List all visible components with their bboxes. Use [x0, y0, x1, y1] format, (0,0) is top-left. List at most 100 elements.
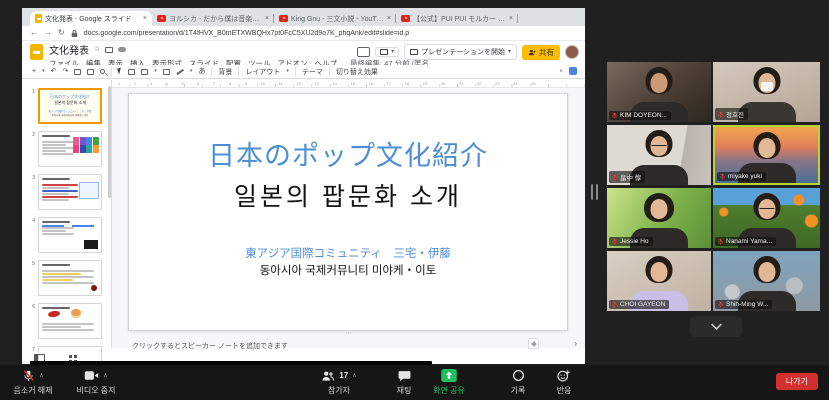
- share-button[interactable]: 共有: [522, 45, 560, 60]
- close-icon[interactable]: ×: [509, 15, 513, 22]
- insert-shape-button[interactable]: [163, 69, 170, 75]
- select-tool-button[interactable]: [117, 67, 123, 74]
- google-slides-logo[interactable]: [30, 44, 43, 60]
- present-options-button[interactable]: ▾: [375, 47, 399, 57]
- close-icon[interactable]: ×: [143, 15, 147, 22]
- presenter-view-icon[interactable]: [357, 47, 370, 57]
- insert-image-button[interactable]: [141, 69, 148, 75]
- transition-button[interactable]: 切り替え効果: [336, 67, 378, 77]
- grid-view-icon[interactable]: [69, 355, 72, 358]
- collapse-videos-button[interactable]: [690, 316, 742, 337]
- video-tile-jeong-hojin[interactable]: 정호진: [713, 62, 820, 122]
- slide-number: 7: [26, 347, 35, 353]
- browser-tab-youtube-1[interactable]: ヨルシカ - だから僕は音楽を辞めた... ×: [152, 11, 274, 26]
- zoom-tool-button[interactable]: [100, 69, 105, 74]
- browser-url-bar: ← → ↻ docs.google.com/presentation/d/1T4…: [22, 26, 585, 41]
- slide-thumbnail-6[interactable]: [38, 303, 102, 339]
- theme-button[interactable]: テーマ: [302, 67, 323, 77]
- video-tile-choi-gayeon[interactable]: CHOI GAYEON: [607, 251, 711, 311]
- unmute-button[interactable]: ∧ 음소거 해제: [4, 368, 62, 396]
- chat-button[interactable]: 채팅: [384, 368, 424, 396]
- glasses: [652, 143, 667, 146]
- video-tile-jessie-ho[interactable]: Jessie Ho: [607, 188, 711, 248]
- text-box-graphic: [79, 182, 99, 199]
- explore-button[interactable]: [528, 338, 539, 349]
- slide-number: 2: [26, 132, 35, 138]
- slide-thumbnail-5[interactable]: [38, 260, 102, 296]
- chevron-down-icon[interactable]: ▾: [154, 69, 157, 74]
- browser-tab-youtube-3[interactable]: 【公式】PUI PUI モルカー 第1話... ×: [396, 11, 518, 26]
- close-icon[interactable]: ×: [265, 15, 269, 22]
- filmstrip-scrollbar[interactable]: [108, 86, 111, 198]
- current-slide[interactable]: 日本のポップ文化紹介 일본의 팝문화 소개 東アジア国際コミュニティ 三宅・伊藤…: [128, 93, 568, 331]
- toolbar-divider: [295, 67, 296, 76]
- undo-button[interactable]: ↶: [51, 68, 57, 75]
- slide-number: 4: [26, 218, 35, 224]
- forward-icon[interactable]: →: [44, 29, 52, 37]
- back-icon[interactable]: ←: [30, 29, 38, 37]
- youtube-favicon: [279, 15, 288, 22]
- slide-thumbnail-2[interactable]: [38, 131, 102, 167]
- tab-title: King Gnu - 三文小説 - YouTube: [291, 14, 384, 24]
- chevron-down-icon[interactable]: ▾: [190, 69, 193, 74]
- video-tile-hatanaka[interactable]: 畠中 惇: [607, 125, 711, 185]
- ruler: 1 2 3 4 5 6 7 8 9 10 11 12 13 14 15 16 1…: [112, 80, 585, 88]
- video-tile-shih-ming[interactable]: Shih-Ming W...: [713, 251, 820, 311]
- slide-thumbnail-4[interactable]: [38, 217, 102, 253]
- chevron-up-icon[interactable]: ∧: [352, 373, 356, 379]
- chevron-right-icon[interactable]: ›: [574, 339, 577, 348]
- slide-thumbnail-3[interactable]: [38, 174, 102, 210]
- document-title[interactable]: 文化発表: [49, 42, 89, 57]
- address-bar[interactable]: docs.google.com/presentation/d/1T4fHVX_B…: [84, 30, 410, 37]
- slide-title-korean[interactable]: 일본의 팝문화 소개: [129, 177, 567, 213]
- toolbar-divider: [329, 67, 330, 76]
- slide-subtitle-korean[interactable]: 동아시아 국제커뮤니티 미야케・이토: [129, 262, 567, 278]
- background-button[interactable]: 背景: [218, 67, 232, 77]
- refresh-icon[interactable]: ↻: [58, 29, 65, 37]
- new-slide-button[interactable]: +: [32, 68, 36, 75]
- insert-line-button[interactable]: [176, 69, 183, 75]
- reactions-button[interactable]: 반응: [545, 368, 583, 396]
- move-folder-icon[interactable]: [105, 47, 113, 53]
- browser-tab-youtube-2[interactable]: King Gnu - 三文小説 - YouTube ×: [274, 11, 396, 26]
- start-presentation-button[interactable]: プレゼンテーションを開始 ▾: [404, 44, 517, 60]
- share-screen-button[interactable]: 화면 공유: [424, 368, 474, 396]
- close-icon[interactable]: ×: [387, 15, 391, 22]
- editing-mode-icon[interactable]: [569, 67, 577, 75]
- muted-mic-icon: [719, 173, 726, 180]
- participant-name-label: KIM DOYEON...: [609, 111, 671, 120]
- leave-meeting-button[interactable]: 나가기: [776, 373, 818, 390]
- video-tile-miyake-yuki-active-speaker[interactable]: miyake yuki: [713, 125, 820, 185]
- browser-tab-slides[interactable]: 文化発表 - Google スライド ×: [30, 11, 152, 26]
- slide-thumbnail-1[interactable]: 日本のポップ文化紹介 일본의 팝문화 소개 東アジア国際コミュニティ 三宅・伊藤…: [38, 88, 102, 124]
- chevron-down-icon[interactable]: ▾: [42, 69, 45, 74]
- star-icon[interactable]: ☆: [94, 46, 100, 54]
- account-avatar[interactable]: [565, 45, 579, 59]
- print-button[interactable]: [74, 69, 81, 75]
- muted-mic-icon: [22, 369, 35, 382]
- slide-number: 5: [26, 261, 35, 267]
- participants-button[interactable]: 17 ∧ 참가자: [303, 368, 375, 396]
- paint-format-button[interactable]: [87, 69, 94, 75]
- redo-button[interactable]: ↷: [62, 68, 68, 75]
- ruler-numbers: 1 2 3 4 5 6 7 8 9 10 11 12 13 14 15 16 1…: [118, 81, 536, 86]
- chevron-up-icon[interactable]: ∧: [103, 373, 107, 379]
- textbox-button[interactable]: [128, 69, 135, 75]
- collapse-toolbar-icon[interactable]: ∧: [559, 69, 563, 74]
- chevron-up-icon[interactable]: ∧: [39, 373, 43, 379]
- slide-title-japanese[interactable]: 日本のポップ文化紹介: [129, 134, 567, 173]
- video-tile-nanami-yama[interactable]: Nanami Yama...: [713, 188, 820, 248]
- color-table-graphic: [73, 137, 99, 153]
- layout-button[interactable]: レイアウト: [245, 67, 280, 77]
- display-icon: [380, 49, 388, 55]
- speaker-notes-placeholder[interactable]: クリックするとスピーカー ノートを追加できます: [132, 341, 288, 351]
- record-button[interactable]: 기록: [499, 368, 537, 396]
- chevron-down-icon[interactable]: ▾: [286, 69, 289, 74]
- notes-resize-handle[interactable]: ⋯: [346, 331, 352, 337]
- insert-text-button[interactable]: あ: [198, 68, 205, 75]
- slide-subtitle-japanese[interactable]: 東アジア国際コミュニティ 三宅・伊藤: [129, 245, 567, 261]
- panel-resize-handle[interactable]: [591, 184, 598, 200]
- slide-number: 3: [26, 175, 35, 181]
- video-tile-kim-doyeon[interactable]: KIM DOYEON...: [607, 62, 711, 122]
- stop-video-button[interactable]: ∧ 비디오 중지: [66, 368, 126, 396]
